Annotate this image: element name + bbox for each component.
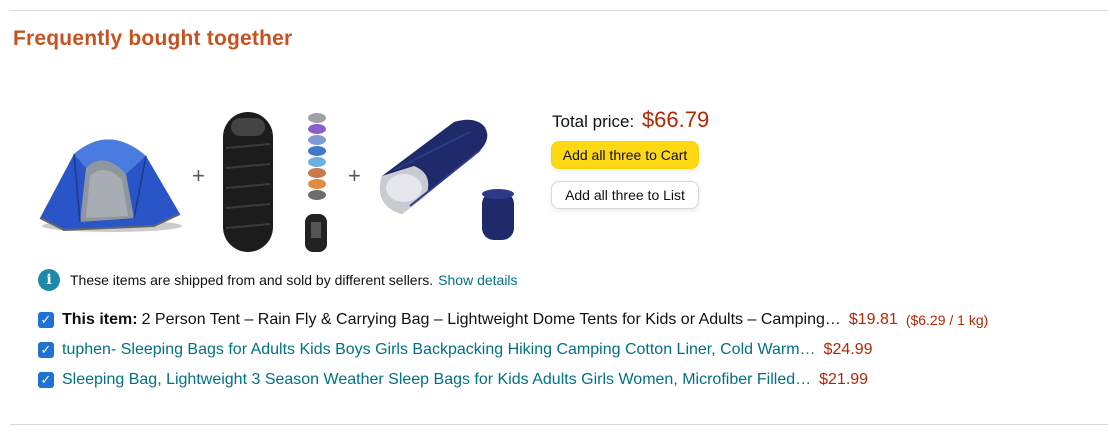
product-bundle-images: + + <box>30 108 530 258</box>
item-checkbox-3[interactable]: ✓ <box>38 372 54 388</box>
this-item-label: This item: <box>62 311 138 328</box>
item-title-link-2[interactable]: tuphen- Sleeping Bags for Adults Kids Bo… <box>62 341 816 359</box>
total-price-amount: $66.79 <box>641 107 710 132</box>
item-price-1: $19.81 <box>848 311 898 328</box>
item-title-1: 2 Person Tent – Rain Fly & Carrying Bag … <box>141 311 841 328</box>
item-checkbox-2[interactable]: ✓ <box>38 342 54 358</box>
black-sleeping-bag-image[interactable] <box>220 108 340 256</box>
item-price-2: $24.99 <box>823 341 873 358</box>
tent-image[interactable] <box>34 126 184 236</box>
total-price-label: Total price: <box>552 112 635 131</box>
section-title: Frequently bought together <box>13 27 293 50</box>
plus-sign-1: + <box>192 163 205 188</box>
item-unit-price-1: ($6.29 / 1 kg) <box>905 312 989 328</box>
navy-sleeping-bag-image[interactable] <box>374 116 524 246</box>
total-price: Total price: $66.79 <box>552 107 709 133</box>
item-checkbox-1[interactable]: ✓ <box>38 312 54 328</box>
plus-sign-2: + <box>348 163 361 188</box>
bundle-item-row: ✓ This item: 2 Person Tent – Rain Fly & … <box>38 311 988 329</box>
seller-info-notice: i These items are shipped from and sold … <box>38 269 518 291</box>
item-price-3: $21.99 <box>819 371 869 388</box>
info-icon: i <box>38 269 60 291</box>
bottom-divider <box>10 424 1108 425</box>
add-all-to-cart-button[interactable]: Add all three to Cart <box>551 141 699 169</box>
show-details-link[interactable]: Show details <box>438 272 517 288</box>
item-title-link-3[interactable]: Sleeping Bag, Lightweight 3 Season Weath… <box>62 371 811 389</box>
bundle-item-row: ✓ tuphen- Sleeping Bags for Adults Kids … <box>38 341 872 359</box>
add-all-to-list-button[interactable]: Add all three to List <box>551 181 699 209</box>
bundle-item-row: ✓ Sleeping Bag, Lightweight 3 Season Wea… <box>38 371 868 389</box>
top-divider <box>10 10 1108 11</box>
seller-info-text: These items are shipped from and sold by… <box>70 272 434 288</box>
